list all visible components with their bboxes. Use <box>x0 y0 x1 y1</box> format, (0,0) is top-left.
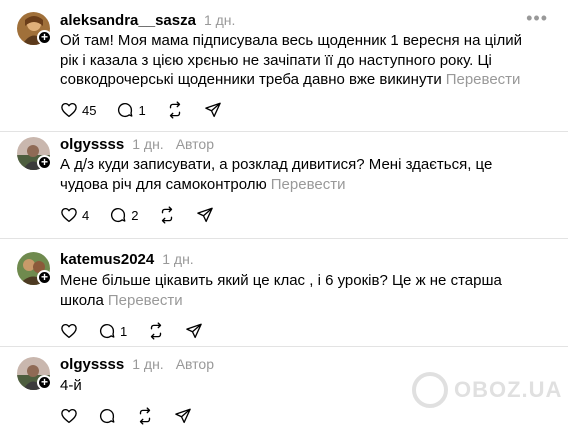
share-button[interactable] <box>196 206 214 224</box>
more-horizontal-icon[interactable]: ••• <box>526 8 548 29</box>
heart-icon <box>61 102 77 118</box>
reply-button[interactable]: 2 <box>109 206 138 224</box>
timestamp: 1 дн. <box>203 12 236 28</box>
repost-button[interactable] <box>136 407 154 425</box>
divider <box>0 346 568 347</box>
avatar[interactable]: + <box>17 252 52 285</box>
username[interactable]: olgyssss <box>60 356 124 373</box>
username[interactable]: aleksandra__sasza <box>60 12 196 29</box>
timestamp: 1 дн. <box>162 251 194 267</box>
avatar[interactable]: + <box>17 357 52 390</box>
comment-body: 4-й <box>60 377 82 394</box>
username[interactable]: katemus2024 <box>60 251 154 268</box>
author-badge: Автор <box>175 136 214 152</box>
send-icon <box>204 102 221 118</box>
translate-link[interactable]: Перевести <box>446 71 521 88</box>
translate-link[interactable]: Перевести <box>108 292 183 309</box>
comment-text: А д/з куди записувати, а розклад дивитис… <box>60 155 530 194</box>
comment-text: Мене більше цікавить який це клас , і 6 … <box>60 271 530 310</box>
reply-count: 1 <box>138 102 146 118</box>
heart-icon <box>61 207 77 223</box>
repost-icon <box>169 101 180 119</box>
comment-text: Ой там! Моя мама підписувала весь щоденн… <box>60 31 530 90</box>
like-button[interactable] <box>60 322 78 340</box>
share-button[interactable] <box>174 407 192 425</box>
divider <box>0 131 568 132</box>
avatar[interactable]: + <box>17 12 52 45</box>
follow-plus-icon[interactable]: + <box>37 270 52 285</box>
like-button[interactable] <box>60 407 78 425</box>
like-button[interactable]: 45 <box>60 101 96 119</box>
author-badge: Автор <box>175 356 214 372</box>
repost-icon <box>139 407 151 425</box>
repost-button[interactable] <box>158 206 176 224</box>
send-icon <box>175 408 191 424</box>
reply-count: 2 <box>131 207 139 223</box>
avatar[interactable]: + <box>17 137 52 170</box>
watermark-logo-icon <box>412 372 448 408</box>
reply-count: 1 <box>120 323 128 339</box>
follow-plus-icon[interactable]: + <box>37 155 52 170</box>
like-count: 45 <box>82 102 97 118</box>
repost-button[interactable] <box>147 322 165 340</box>
comment-icon <box>111 207 126 223</box>
username[interactable]: olgyssss <box>60 136 124 153</box>
divider <box>0 238 568 239</box>
repost-icon <box>151 322 162 340</box>
share-button[interactable] <box>185 322 203 340</box>
watermark-text: OBOZ.UA <box>454 377 563 402</box>
timestamp: 1 дн. <box>132 136 164 152</box>
comment-icon <box>99 408 115 424</box>
comment-icon <box>118 102 133 118</box>
repost-button[interactable] <box>166 101 184 119</box>
reply-button[interactable]: 1 <box>98 322 127 340</box>
translate-link[interactable]: Перевести <box>271 176 346 193</box>
timestamp: 1 дн. <box>132 356 164 372</box>
reply-button[interactable] <box>98 407 116 425</box>
follow-plus-icon[interactable]: + <box>37 30 52 45</box>
like-count: 4 <box>82 207 90 223</box>
watermark: OBOZ.UA <box>412 372 562 408</box>
send-icon <box>186 323 203 339</box>
repost-icon <box>162 206 173 224</box>
send-icon <box>197 207 214 223</box>
follow-plus-icon[interactable]: + <box>37 375 52 390</box>
heart-icon <box>61 323 77 339</box>
heart-icon <box>61 408 77 424</box>
share-button[interactable] <box>204 101 222 119</box>
comment-icon <box>99 323 115 339</box>
like-button[interactable]: 4 <box>60 206 89 224</box>
reply-button[interactable]: 1 <box>116 101 146 119</box>
